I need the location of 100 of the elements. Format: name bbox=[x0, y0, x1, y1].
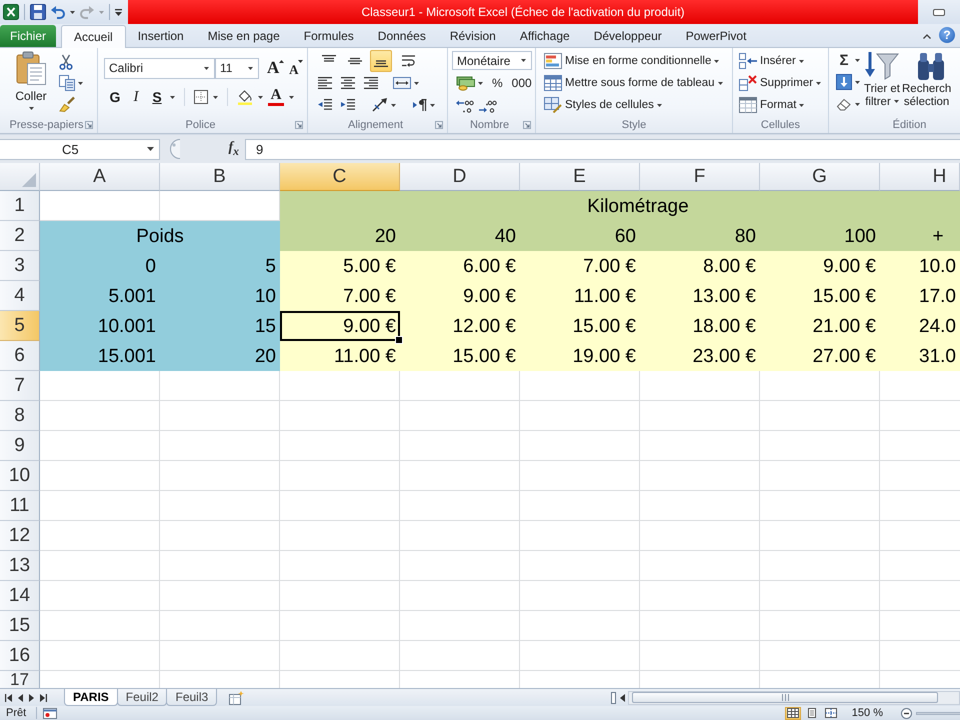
sheet-cell[interactable]: 20 bbox=[160, 341, 280, 371]
new-sheet-icon[interactable] bbox=[228, 690, 244, 704]
sheet-cell[interactable]: 23.00 € bbox=[640, 341, 760, 371]
underline-button[interactable]: S bbox=[149, 87, 165, 107]
zoom-out-icon[interactable] bbox=[901, 708, 912, 718]
sheet-cell[interactable]: 27.00 € bbox=[760, 341, 880, 371]
sheet-cell[interactable]: 5.001 bbox=[40, 281, 160, 311]
caret-icon[interactable] bbox=[170, 96, 175, 98]
percent-button[interactable]: % bbox=[492, 73, 503, 94]
caret-icon[interactable] bbox=[855, 80, 860, 84]
spreadsheet-logo-icon[interactable] bbox=[3, 4, 19, 20]
row-header[interactable]: 14 bbox=[0, 581, 40, 611]
sheet-cell[interactable]: 15 bbox=[160, 311, 280, 341]
save-icon[interactable] bbox=[30, 4, 46, 20]
align-left-icon[interactable] bbox=[318, 77, 332, 89]
sheet-cell[interactable]: 8.00 € bbox=[640, 251, 760, 281]
split-handle-icon[interactable] bbox=[611, 692, 616, 704]
number-format-field[interactable]: Monétaire bbox=[452, 51, 532, 70]
paragraph-direction-icon[interactable] bbox=[413, 99, 427, 111]
sheet-cell[interactable]: 20 bbox=[280, 221, 400, 251]
ribbon-tab[interactable]: PowerPivot bbox=[674, 25, 758, 47]
zoom-level-button[interactable]: 150 % bbox=[852, 707, 883, 719]
row-header[interactable]: 1 bbox=[0, 191, 40, 221]
caret-icon[interactable] bbox=[430, 104, 435, 106]
ribbon-tab[interactable]: Insertion bbox=[126, 25, 196, 47]
ribbon-tab[interactable]: Affichage bbox=[508, 25, 582, 47]
sheet-cell[interactable]: 11.00 € bbox=[520, 281, 640, 311]
record-macro-icon[interactable] bbox=[43, 708, 58, 718]
column-header[interactable]: B bbox=[160, 163, 280, 191]
row-header[interactable]: 5 bbox=[0, 311, 40, 341]
sheet-cell[interactable]: 80 bbox=[640, 221, 760, 251]
row-header[interactable]: 8 bbox=[0, 401, 40, 431]
ribbon-tab[interactable]: Mise en page bbox=[196, 25, 292, 47]
file-tab[interactable]: Fichier bbox=[0, 25, 56, 47]
eraser-icon[interactable] bbox=[836, 97, 852, 111]
delete-cells-button[interactable]: Supprimer bbox=[739, 72, 828, 94]
normal-view-button[interactable] bbox=[784, 706, 801, 720]
font-size-field[interactable]: 11 bbox=[215, 58, 259, 78]
row-header[interactable]: 7 bbox=[0, 371, 40, 401]
font-color-button[interactable]: A bbox=[268, 88, 284, 106]
fill-handle-icon[interactable] bbox=[395, 336, 403, 344]
caret-icon[interactable] bbox=[147, 147, 154, 151]
thousands-separator-button[interactable]: 000 bbox=[512, 73, 532, 94]
sheet-cell[interactable]: 9.00 € bbox=[280, 311, 400, 341]
increase-decimal-icon[interactable] bbox=[456, 99, 474, 114]
column-header[interactable]: D bbox=[400, 163, 520, 191]
sheet-tab[interactable]: Feuil3 bbox=[166, 689, 218, 706]
minimize-icon[interactable] bbox=[933, 8, 945, 16]
row-header[interactable]: 13 bbox=[0, 551, 40, 581]
sheet-cell[interactable]: 15.00 € bbox=[760, 281, 880, 311]
caret-icon[interactable] bbox=[521, 59, 526, 62]
shrink-font-button[interactable]: A bbox=[288, 58, 304, 78]
italic-button[interactable]: I bbox=[128, 87, 144, 107]
sheet-cell[interactable]: 5 bbox=[160, 251, 280, 281]
row-header[interactable]: 6 bbox=[0, 341, 40, 371]
sheet-cell[interactable]: 12.00 € bbox=[400, 311, 520, 341]
dialog-launcher-icon[interactable] bbox=[523, 121, 531, 129]
row-header[interactable]: 15 bbox=[0, 611, 40, 641]
column-header[interactable]: F bbox=[640, 163, 760, 191]
column-header[interactable]: G bbox=[760, 163, 880, 191]
caret-icon[interactable] bbox=[70, 10, 75, 14]
cell-styles-button[interactable]: Styles de cellules bbox=[544, 94, 732, 116]
sheet-cell[interactable]: 9.00 € bbox=[400, 281, 520, 311]
fill-down-icon[interactable] bbox=[836, 74, 852, 90]
sheet-cell[interactable]: 19.00 € bbox=[520, 341, 640, 371]
text-orientation-icon[interactable] bbox=[372, 98, 388, 112]
sheet-cell[interactable]: 7.00 € bbox=[280, 281, 400, 311]
caret-icon[interactable] bbox=[478, 82, 483, 85]
sheet-tab[interactable]: PARIS bbox=[64, 689, 118, 706]
banknote-icon[interactable] bbox=[456, 75, 476, 92]
ribbon-tab[interactable]: Données bbox=[366, 25, 438, 47]
formula-input[interactable]: 9 bbox=[246, 138, 960, 160]
sheet-cell[interactable]: Kilométrage bbox=[280, 191, 960, 221]
sheet-cell[interactable]: Poids bbox=[40, 221, 280, 251]
sheet-cell[interactable]: 15.001 bbox=[40, 341, 160, 371]
caret-icon[interactable] bbox=[78, 82, 83, 84]
customize-dropdown-icon[interactable] bbox=[115, 8, 122, 16]
insert-cells-button[interactable]: Insérer bbox=[739, 50, 828, 72]
sheet-cell[interactable]: 60 bbox=[520, 221, 640, 251]
row-header[interactable]: 9 bbox=[0, 431, 40, 461]
scrollbar-thumb[interactable] bbox=[632, 692, 938, 703]
caret-icon[interactable] bbox=[213, 96, 218, 98]
ribbon-tab[interactable]: Développeur bbox=[582, 25, 674, 47]
undo-icon[interactable] bbox=[51, 5, 65, 19]
sheet-cell[interactable]: 100 bbox=[760, 221, 880, 251]
insert-function-button[interactable]: f$_{x}$ bbox=[228, 140, 239, 158]
row-header[interactable]: 2 bbox=[0, 221, 40, 251]
find-select-button[interactable]: Recherch sélection bbox=[902, 51, 952, 117]
sheet-cell[interactable]: 13.00 € bbox=[640, 281, 760, 311]
column-header[interactable]: H bbox=[880, 163, 960, 191]
ribbon-tab[interactable]: Révision bbox=[438, 25, 508, 47]
row-header[interactable]: 10 bbox=[0, 461, 40, 491]
sheet-cell[interactable]: 31.0 bbox=[880, 341, 960, 371]
page-break-view-button[interactable] bbox=[822, 706, 839, 720]
sheet-cell[interactable]: + bbox=[880, 221, 960, 251]
row-header[interactable]: 11 bbox=[0, 491, 40, 521]
dialog-launcher-icon[interactable] bbox=[85, 121, 94, 129]
sheet-tab[interactable]: Feuil2 bbox=[116, 689, 168, 706]
copy-icon[interactable] bbox=[59, 75, 75, 91]
caret-icon[interactable] bbox=[855, 58, 860, 62]
